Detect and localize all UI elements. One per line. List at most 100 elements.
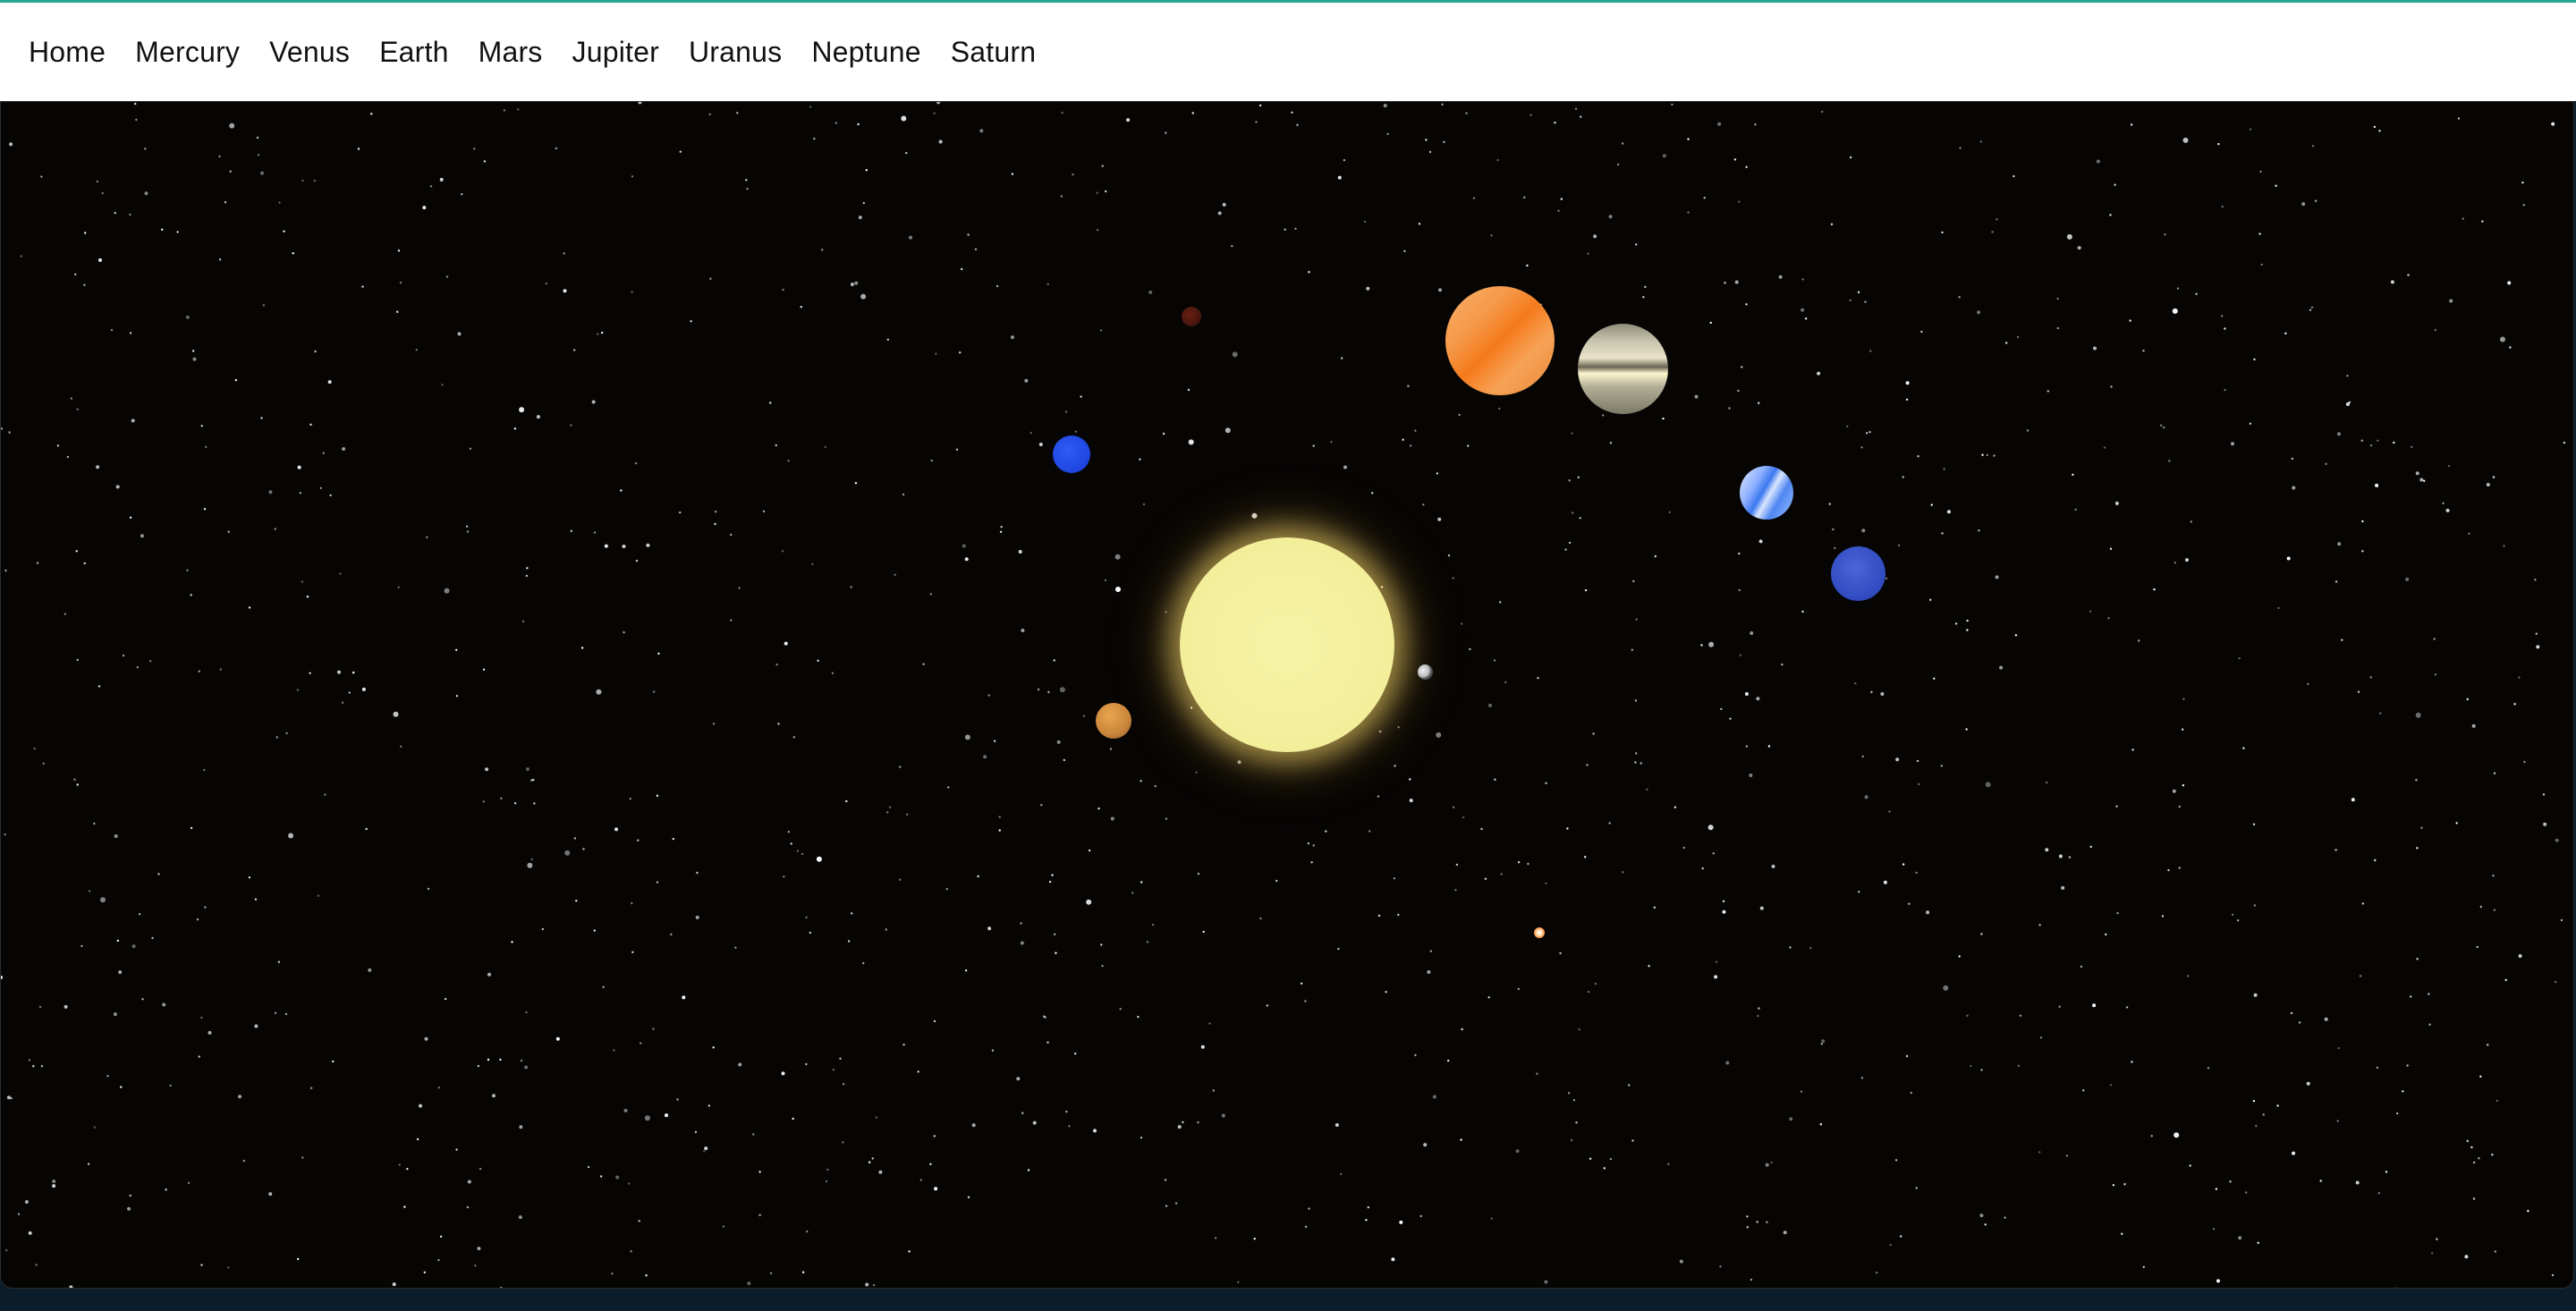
star [234,378,238,382]
star [1946,510,1951,514]
sun[interactable] [1180,537,1394,752]
nav-link-saturn[interactable]: Saturn [951,36,1036,69]
star [613,1049,615,1052]
star [422,206,427,210]
star [679,511,682,514]
star [597,333,599,335]
star [611,1273,614,1275]
planet-earth[interactable] [1053,436,1090,473]
star [1109,748,1113,750]
star [816,856,822,862]
nav-link-mercury[interactable]: Mercury [135,36,240,69]
star [2105,933,2107,936]
star [2016,335,2020,338]
nav-link-home[interactable]: Home [29,36,106,69]
star [2374,858,2377,862]
star [1870,690,1873,694]
star [1403,250,1406,252]
star [792,736,795,739]
star [2061,885,2065,890]
star [974,248,978,250]
nav-link-earth[interactable]: Earth [379,36,448,69]
star [851,912,853,915]
star [2357,690,2360,693]
star [1065,1110,1068,1113]
star [2522,204,2525,207]
planet-saturn[interactable] [1578,324,1668,414]
star [593,929,596,932]
nav-link-neptune[interactable]: Neptune [811,36,920,69]
star [2359,975,2362,977]
star [500,1287,503,1288]
star [161,228,164,231]
star [2153,588,2156,591]
star [2190,520,2193,523]
star [1427,970,1431,974]
star [1140,1136,1143,1139]
planet-jupiter[interactable] [1445,286,1555,395]
star [2185,558,2189,562]
nav-link-venus[interactable]: Venus [269,36,350,69]
star [947,786,950,789]
star [644,1115,650,1121]
star [1648,965,1650,968]
star [131,419,135,423]
star [1465,112,1468,114]
star [135,118,138,122]
star [1255,121,1258,123]
star [1053,659,1055,662]
star [809,106,812,108]
star [787,460,790,462]
star [1662,417,1665,420]
planet-uranus[interactable] [1740,466,1793,520]
star [365,827,368,831]
star [1584,856,1587,858]
star [2290,1011,2293,1015]
planet-mercury[interactable] [1418,664,1433,680]
star [1995,575,1999,579]
star [457,332,462,336]
star [169,1084,172,1087]
star [399,281,402,284]
star [1500,873,1503,875]
star [2215,1188,2218,1190]
planet-venus[interactable] [1096,703,1131,739]
star [817,659,819,662]
star [885,928,887,931]
star [1717,122,1722,126]
star [2253,993,2258,997]
planet-mars[interactable] [1182,307,1201,326]
star [406,1167,409,1171]
star [2110,385,2113,388]
star [396,310,399,313]
star [821,249,824,251]
star [2260,263,2263,266]
star [564,850,571,856]
star [2334,580,2338,583]
star [1064,410,1068,413]
star [191,350,195,352]
nav-link-mars[interactable]: Mars [479,36,543,69]
star [787,831,790,833]
star [1402,438,1404,441]
star [100,897,106,903]
star [1701,867,1704,870]
planet-neptune[interactable] [1831,546,1885,601]
star [518,1215,522,1220]
solar-system-canvas[interactable] [0,101,2574,1289]
star [524,1065,529,1070]
star [1861,529,1866,533]
star [2249,128,2252,131]
star [998,829,1001,832]
nav-link-uranus[interactable]: Uranus [689,36,782,69]
star [1208,1022,1211,1025]
star [1737,200,1741,203]
nav-link-jupiter[interactable]: Jupiter [572,36,659,69]
star [862,201,865,205]
star [2481,220,2484,223]
star [9,142,13,147]
star [257,154,260,156]
star [800,306,802,309]
star [88,890,91,892]
star [134,102,137,106]
